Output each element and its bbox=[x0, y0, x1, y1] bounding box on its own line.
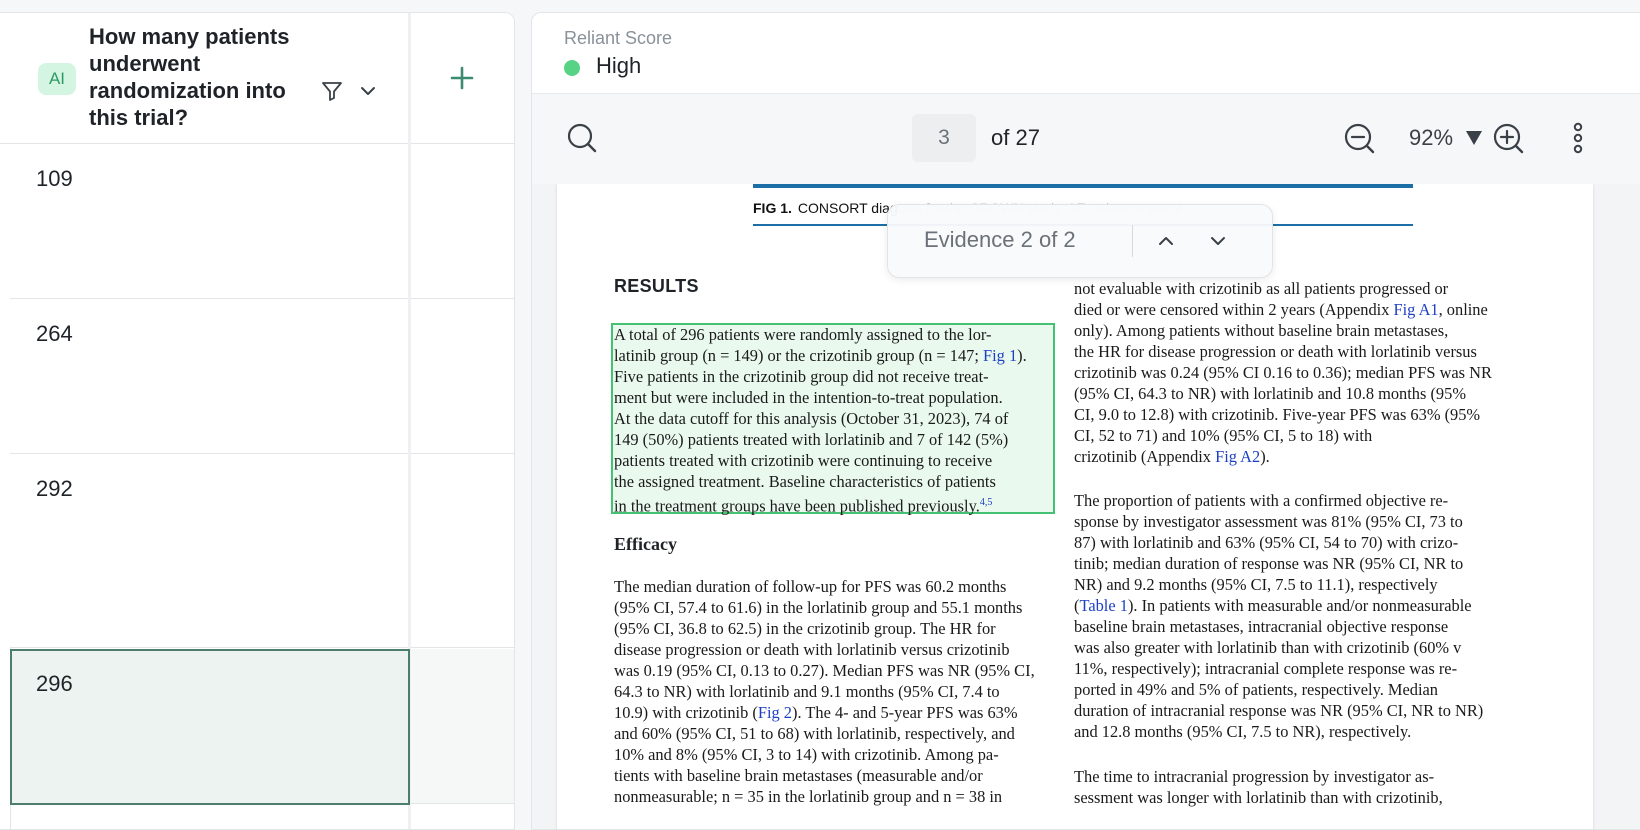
right-column-paragraph-2: The proportion of patients with a confir… bbox=[1074, 491, 1484, 741]
evidence-counter: Evidence 2 of 2 bbox=[924, 227, 1076, 252]
triangle-down-icon[interactable] bbox=[1464, 128, 1484, 148]
pdf-canvas[interactable]: FIG 1.CONSORT diagram for the CROWN stud… bbox=[532, 184, 1640, 829]
row-value: 296 bbox=[36, 671, 73, 696]
zoom-level[interactable]: 92% bbox=[1409, 125, 1453, 151]
row-value: 264 bbox=[36, 321, 73, 346]
reference-link[interactable]: 4,5 bbox=[980, 497, 993, 508]
row-value: 109 bbox=[36, 166, 73, 191]
plus-icon[interactable] bbox=[445, 61, 479, 95]
table-link[interactable]: Table 1 bbox=[1079, 596, 1127, 615]
fig-link[interactable]: Fig 2 bbox=[758, 703, 792, 722]
table-row-empty-cell[interactable] bbox=[411, 649, 514, 804]
pdf-page: FIG 1.CONSORT diagram for the CROWN stud… bbox=[557, 184, 1593, 829]
table-row-selected[interactable]: 296 bbox=[10, 649, 410, 805]
document-viewer: Reliant Score High 3 of 27 92% FIG 1. CON… bbox=[531, 12, 1640, 830]
table-row-empty-cell[interactable] bbox=[411, 454, 514, 648]
results-table: AI How many patients underwent randomiza… bbox=[0, 12, 515, 830]
zoom-in-icon[interactable] bbox=[1490, 120, 1526, 156]
table-row[interactable]: 292 bbox=[10, 454, 408, 648]
figure-caption-text: CONSORT diag bbox=[797, 200, 898, 216]
table-row-empty-cell[interactable] bbox=[411, 144, 514, 299]
evidence-navigator: Evidence 2 of 2 bbox=[887, 204, 1273, 278]
reliant-score-value: High bbox=[596, 53, 642, 78]
page-number-input[interactable]: 3 bbox=[912, 114, 976, 162]
chevron-up-icon[interactable] bbox=[1152, 227, 1180, 255]
divider bbox=[1132, 225, 1133, 257]
search-icon[interactable] bbox=[564, 120, 600, 156]
add-column-header bbox=[411, 13, 514, 144]
ai-badge: AI bbox=[38, 63, 76, 95]
zoom-out-icon[interactable] bbox=[1341, 120, 1377, 156]
more-vertical-icon[interactable] bbox=[1560, 120, 1596, 156]
table-row[interactable]: 264 bbox=[10, 299, 408, 454]
fig-link[interactable]: Fig A2 bbox=[1215, 447, 1260, 466]
question-column-header[interactable]: AI How many patients underwent randomiza… bbox=[0, 13, 408, 144]
figure-label: FIG 1. bbox=[753, 200, 792, 216]
score-status-dot bbox=[564, 60, 580, 76]
chevron-down-icon[interactable] bbox=[354, 77, 382, 105]
right-column-paragraph-3: The time to intracranial progression by … bbox=[1074, 767, 1443, 807]
fig-link[interactable]: Fig 1 bbox=[983, 346, 1017, 365]
highlighted-paragraph: A total of 296 patients were randomly as… bbox=[614, 325, 1027, 516]
filter-icon[interactable] bbox=[318, 77, 346, 105]
chevron-down-icon[interactable] bbox=[1204, 227, 1232, 255]
fig-link[interactable]: Fig A1 bbox=[1394, 300, 1439, 319]
right-column-paragraph-1: not evaluable with crizotinib as all pat… bbox=[1074, 279, 1492, 466]
table-row-empty-cell[interactable] bbox=[411, 299, 514, 454]
pdf-toolbar: 3 of 27 92% bbox=[532, 93, 1640, 185]
efficacy-heading: Efficacy bbox=[614, 534, 677, 554]
column-question-title: How many patients underwent randomizatio… bbox=[89, 24, 290, 130]
reliant-score-label: Reliant Score bbox=[564, 28, 673, 48]
figure-rule bbox=[753, 184, 1413, 188]
page-total: of 27 bbox=[991, 125, 1040, 150]
efficacy-paragraph: The median duration of follow-up for PFS… bbox=[614, 577, 1035, 806]
table-row[interactable]: 109 bbox=[10, 144, 408, 299]
results-heading: RESULTS bbox=[614, 276, 699, 296]
row-value: 292 bbox=[36, 476, 73, 501]
